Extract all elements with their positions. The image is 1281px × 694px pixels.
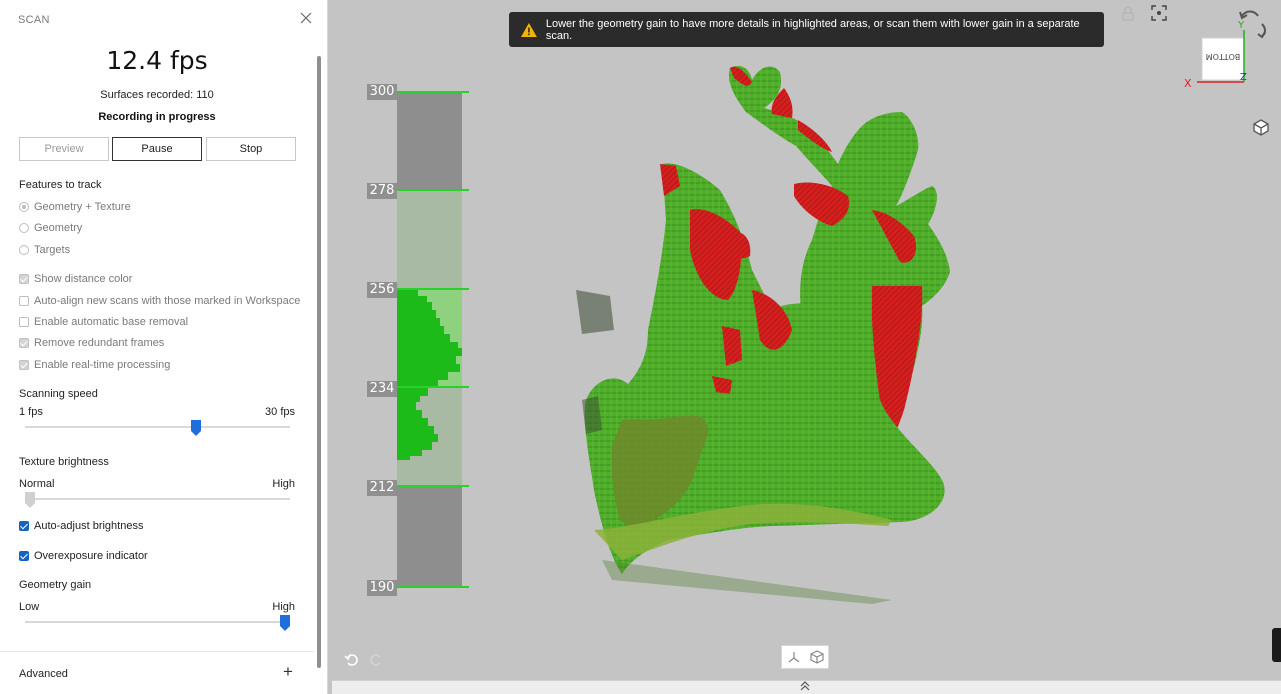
option-remove-redundant[interactable]: Remove redundant frames [19, 336, 164, 350]
box-view-icon[interactable] [809, 649, 825, 665]
depth-label: 256 [367, 282, 397, 298]
panel-title: SCAN [18, 14, 50, 26]
checkbox[interactable] [19, 338, 29, 348]
radio-button[interactable] [19, 245, 29, 255]
radio-targets[interactable]: Targets [19, 243, 70, 257]
depth-label: 234 [367, 381, 397, 397]
checkbox[interactable] [19, 360, 29, 370]
depth-label: 278 [367, 183, 397, 199]
scanning-speed-heading: Scanning speed [19, 388, 98, 400]
fit-view-icon[interactable] [1150, 4, 1168, 22]
warning-text: Lower the geometry gain to have more det… [545, 17, 1080, 42]
gain-max-label: High [272, 601, 295, 613]
speed-slider-track[interactable] [25, 426, 290, 428]
axis-z-label: Z [1240, 72, 1247, 83]
advanced-section[interactable]: Advanced [19, 668, 68, 680]
axes-icon[interactable] [786, 649, 802, 665]
checkbox-label: Overexposure indicator [34, 550, 148, 562]
gain-slider-track[interactable] [25, 621, 290, 623]
warning-banner: Lower the geometry gain to have more det… [509, 12, 1104, 47]
close-icon[interactable] [298, 12, 314, 28]
view-cube-face: BOTTOM [1206, 52, 1241, 61]
lock-icon[interactable] [1120, 6, 1136, 22]
radio-button[interactable] [19, 223, 29, 233]
option-base-removal[interactable]: Enable automatic base removal [19, 315, 188, 329]
geometry-gain-heading: Geometry gain [19, 579, 92, 591]
rotate-view-icon[interactable] [1238, 6, 1270, 40]
checkbox-label: Remove redundant frames [34, 337, 165, 349]
surfaces-recorded: Surfaces recorded: 110 [100, 89, 214, 101]
warning-icon [521, 22, 537, 37]
checkbox-label: Enable real-time processing [34, 359, 171, 371]
preview-button[interactable]: Preview [19, 137, 109, 161]
radio-button[interactable] [19, 202, 29, 212]
radio-geometry-texture[interactable]: Geometry + Texture [19, 200, 131, 214]
brightness-min-label: Normal [19, 478, 55, 490]
view-mode-toolbar [781, 645, 829, 669]
pause-button[interactable]: Pause [112, 137, 202, 161]
recording-status: Recording in progress [98, 111, 216, 123]
checkbox[interactable] [19, 274, 29, 284]
checkbox[interactable] [19, 521, 29, 531]
checkbox[interactable] [19, 317, 29, 327]
depth-label: 300 [367, 84, 397, 100]
panel-scrollbar[interactable] [317, 56, 321, 668]
option-overexposure-indicator[interactable]: Overexposure indicator [19, 549, 148, 563]
3d-viewport[interactable]: BOTTOM X Y Z 300 278 256 234 212 190 [332, 0, 1277, 680]
depth-label: 190 [367, 580, 397, 596]
speed-max-label: 30 fps [265, 406, 295, 418]
scanned-object [576, 65, 950, 604]
checkbox-label: Enable automatic base removal [34, 316, 189, 328]
radio-label: Geometry [34, 222, 83, 234]
expand-plus-icon[interactable]: + [283, 663, 293, 680]
brightness-max-label: High [272, 478, 295, 490]
depth-label: 212 [367, 480, 397, 496]
checkbox-label: Auto-adjust brightness [34, 520, 144, 532]
stop-button[interactable]: Stop [206, 137, 296, 161]
gain-min-label: Low [19, 601, 40, 613]
option-realtime-processing[interactable]: Enable real-time processing [19, 358, 170, 372]
redo-icon[interactable] [368, 651, 384, 667]
side-widget-tab[interactable] [1272, 628, 1281, 662]
checkbox-label: Auto-align new scans with those marked i… [34, 295, 301, 307]
scan-panel: SCAN 12.4 fps Surfaces recorded: 110 Rec… [0, 0, 328, 694]
radio-geometry[interactable]: Geometry [19, 221, 82, 235]
expand-up-icon[interactable] [800, 681, 810, 694]
brightness-slider-track[interactable] [25, 498, 290, 500]
depth-scale [367, 91, 469, 588]
checkbox[interactable] [19, 296, 29, 306]
option-auto-align[interactable]: Auto-align new scans with those marked i… [19, 294, 300, 308]
axis-x-label: X [1184, 77, 1192, 90]
speed-min-label: 1 fps [19, 406, 43, 418]
checkbox-label: Show distance color [34, 273, 133, 285]
gain-slider-thumb[interactable] [280, 615, 290, 631]
brightness-slider-thumb[interactable] [25, 492, 35, 508]
undo-icon[interactable] [344, 651, 360, 667]
radio-label: Geometry + Texture [34, 201, 131, 213]
scan-render: BOTTOM X Y Z [367, 20, 1247, 604]
fps-readout: 12.4 fps [106, 46, 208, 75]
texture-brightness-heading: Texture brightness [19, 456, 109, 468]
option-show-distance-color[interactable]: Show distance color [19, 272, 132, 286]
speed-slider-thumb[interactable] [190, 420, 201, 436]
cube-view-icon[interactable] [1252, 118, 1270, 136]
option-auto-adjust-brightness[interactable]: Auto-adjust brightness [19, 519, 143, 533]
radio-label: Targets [34, 244, 71, 256]
checkbox[interactable] [19, 551, 29, 561]
features-heading: Features to track [19, 179, 102, 191]
divider [0, 651, 314, 652]
